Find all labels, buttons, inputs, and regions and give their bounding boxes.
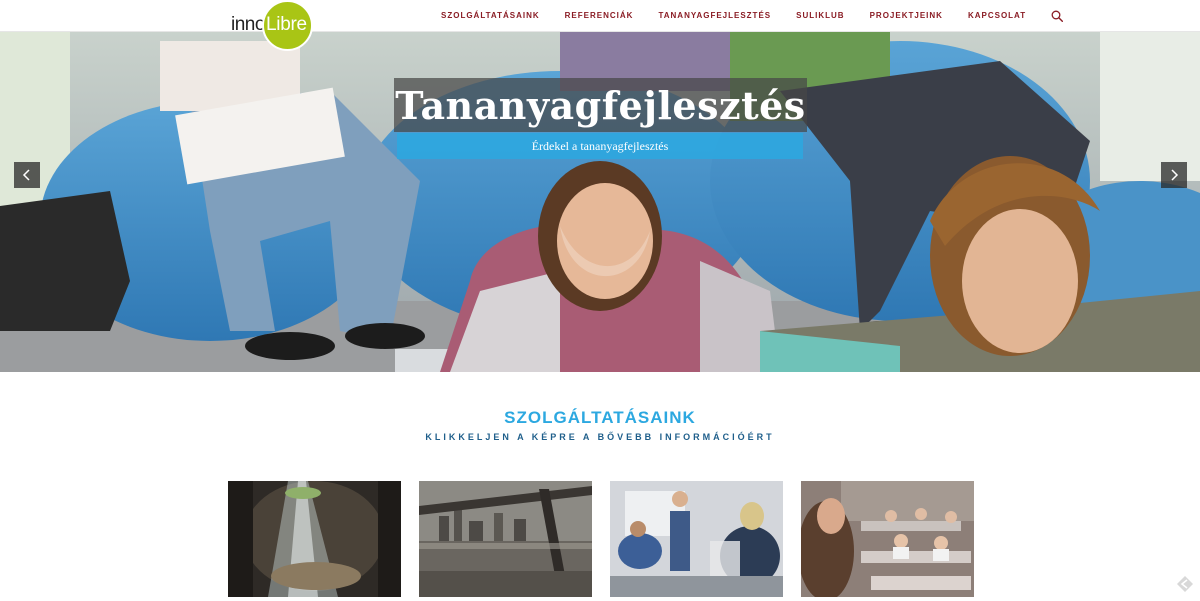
nav-item-suliklub[interactable]: SULIKLUB	[796, 11, 844, 20]
hero-title: Tananyagfejlesztés	[395, 82, 806, 128]
service-thumb-cave[interactable]	[228, 481, 401, 597]
slider-next-button[interactable]	[1161, 162, 1187, 188]
innolibre-logo[interactable]: inno Libre	[229, 0, 319, 52]
hero-cta-button[interactable]: Érdekel a tananyagfejlesztés	[397, 133, 803, 159]
service-thumb-students[interactable]	[801, 481, 974, 597]
services-subtitle: KLIKKELJEN A KÉPRE A BŐVEBB INFORMÁCIÓÉR…	[425, 432, 775, 442]
bridge-city-image	[419, 481, 592, 597]
classroom-students-image	[801, 481, 974, 597]
classroom-presentation-image	[610, 481, 783, 597]
services-gallery	[228, 481, 974, 597]
service-thumb-bridge[interactable]	[419, 481, 592, 597]
chevron-left-icon	[22, 169, 30, 181]
nav-item-tananyagfejlesztes[interactable]: TANANYAGFEJLESZTÉS	[658, 11, 771, 20]
hero-title-box: Tananyagfejlesztés	[394, 78, 807, 132]
scroll-top-icon[interactable]	[1176, 575, 1194, 593]
search-icon[interactable]	[1051, 9, 1065, 23]
logo-text-libre: Libre	[266, 14, 307, 35]
nav-item-szolgaltatasaink[interactable]: SZOLGÁLTATÁSAINK	[441, 11, 540, 20]
nav-item-referenciak[interactable]: REFERENCIÁK	[565, 11, 634, 20]
nav-item-kapcsolat[interactable]: KAPCSOLAT	[968, 11, 1026, 20]
service-thumb-presentation[interactable]	[610, 481, 783, 597]
chevron-right-icon	[1171, 169, 1179, 181]
nav-item-projektjeink[interactable]: PROJEKTJEINK	[870, 11, 943, 20]
cave-light-image	[228, 481, 401, 597]
main-nav: SZOLGÁLTATÁSAINK REFERENCIÁK TANANYAGFEJ…	[441, 0, 1065, 31]
services-title: SZOLGÁLTATÁSAINK	[504, 408, 696, 427]
logo-text-inno: inno	[231, 14, 265, 35]
hero-slider: Tananyagfejlesztés Érdekel a tananyagfej…	[0, 31, 1200, 372]
slider-prev-button[interactable]	[14, 162, 40, 188]
hero-cta-label: Érdekel a tananyagfejlesztés	[531, 138, 669, 153]
site-header: inno Libre SZOLGÁLTATÁSAINK REFERENCIÁK …	[0, 0, 1200, 51]
